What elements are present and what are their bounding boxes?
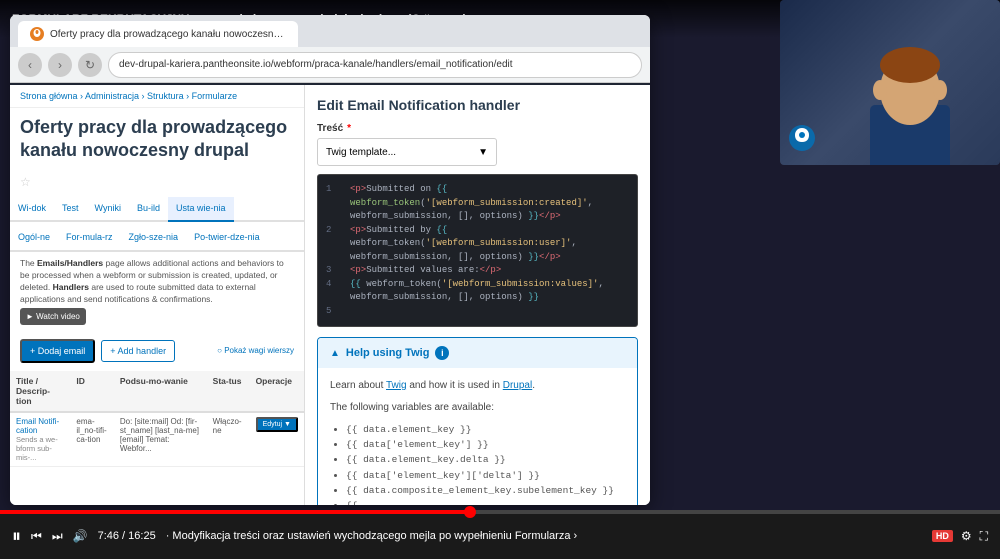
- help-section: ▲ Help using Twig i Learn about Twig and…: [317, 337, 638, 505]
- list-item: {{ data['element_key']['delta'] }}: [346, 468, 625, 483]
- webcam-video: [780, 0, 1000, 165]
- list-item: {{ data.element_key.delta }}: [346, 452, 625, 467]
- browser-tabs-bar: Oferty pracy dla prowadzącego kanału now…: [10, 15, 650, 47]
- col-title: Title / Descrip-tion: [10, 371, 70, 412]
- action-buttons-row: + Dodaj email + Add handler ○ Pokaż wagi…: [10, 331, 304, 371]
- pokaz-wagi-button[interactable]: ○ Pokaż wagi wierszy: [217, 346, 294, 355]
- handlers-table: Title / Descrip-tion ID Podsu-mo-wanie S…: [10, 371, 304, 467]
- webcam-overlay: [780, 0, 1000, 165]
- skip-back-button[interactable]: ⏮: [31, 529, 42, 544]
- settings-button[interactable]: ⚙: [961, 529, 972, 543]
- nav-tabs-primary: Wi-dok Test Wyniki Bu-ild Usta wie-nia: [10, 197, 304, 223]
- drupal-favicon: [30, 27, 44, 41]
- fullscreen-button[interactable]: ⛶: [980, 529, 988, 544]
- twig-template-select[interactable]: Twig template... ▼: [317, 138, 497, 166]
- tab-zgloszenia[interactable]: Zgło-sze-nia: [121, 226, 187, 252]
- edit-button[interactable]: Edytuj ▼: [256, 417, 298, 432]
- row-id: ema-il_no-tifi-ca-tion: [70, 412, 113, 467]
- video-subtitle: · Modyfikacja treści oraz ustawień wycho…: [166, 530, 922, 542]
- next-video-button[interactable]: ⏭: [52, 529, 63, 544]
- code-line-2: 2 <p>Submitted by {{ webform_token('[web…: [326, 224, 629, 265]
- row-status: Włączo-ne: [207, 412, 250, 467]
- drupal-link[interactable]: Drupal: [503, 380, 532, 391]
- content-field-label: Treść *: [317, 123, 638, 134]
- code-editor[interactable]: 1 <p>Submitted on {{ webform_token('[web…: [317, 174, 638, 327]
- breadcrumb: Strona główna › Administracja › Struktur…: [10, 85, 304, 108]
- tab-title: Oferty pracy dla prowadzącego kanału now…: [50, 29, 286, 40]
- add-handler-button[interactable]: + Add handler: [101, 340, 175, 362]
- reload-button[interactable]: ↻: [78, 53, 102, 77]
- required-indicator: *: [347, 123, 351, 134]
- controls-row: ⏸ ⏮ ⏭ 🔊 7:46 / 16:25 · Modyfikacja treśc…: [0, 514, 1000, 558]
- tab-ogolne[interactable]: Ogól-ne: [10, 226, 58, 252]
- progress-played: [0, 510, 470, 514]
- page-title: Oferty pracy dla prowadzącego kanału now…: [10, 108, 304, 171]
- list-item: {{ data.element_key }}: [346, 422, 625, 437]
- col-summary: Podsu-mo-wanie: [114, 371, 207, 412]
- tab-widok[interactable]: Wi-dok: [10, 197, 54, 223]
- row-title-link[interactable]: Email Notifi-cation: [16, 417, 59, 435]
- watch-video-button[interactable]: ► Watch video: [20, 308, 86, 325]
- table-row: Email Notifi-cation Sends a we-bform sub…: [10, 412, 304, 467]
- chevron-down-icon: ▼: [284, 421, 291, 428]
- forward-button[interactable]: ›: [48, 53, 72, 77]
- star-rating[interactable]: ☆: [10, 171, 304, 193]
- tab-test[interactable]: Test: [54, 197, 87, 223]
- row-summary: Do: [site:mail] Od: [fir-st_name] [last_…: [114, 412, 207, 467]
- help-toggle[interactable]: ▲ Help using Twig i: [318, 338, 637, 368]
- browser-toolbar: ‹ › ↻ dev-drupal-kariera.pantheonsite.io…: [10, 47, 650, 83]
- row-actions: Edytuj ▼: [250, 412, 304, 467]
- tab-potwierdzenia[interactable]: Po-twier-dze-nia: [186, 226, 268, 252]
- person-silhouette: [840, 25, 980, 165]
- list-item: {{ data['element_key'] }}: [346, 437, 625, 452]
- list-item: {{ data.composite_element_key.delta.sube…: [346, 498, 625, 505]
- list-item: {{ data.composite_element_key.subelement…: [346, 483, 625, 498]
- help-info-icon[interactable]: i: [435, 346, 449, 360]
- nav-tabs-secondary: Ogól-ne For-mula-rz Zgło-sze-nia Po-twie…: [10, 226, 304, 252]
- row-title: Email Notifi-cation Sends a we-bform sub…: [10, 412, 70, 467]
- browser-tab[interactable]: Oferty pracy dla prowadzącego kanału now…: [18, 21, 298, 47]
- help-title: Help using Twig: [346, 347, 430, 359]
- left-panel: Strona główna › Administracja › Struktur…: [10, 85, 305, 505]
- tab-wyniki[interactable]: Wyniki: [87, 197, 129, 223]
- col-id: ID: [70, 371, 113, 412]
- quality-badge: HD: [932, 530, 953, 542]
- help-body: Learn about Twig and how it is used in D…: [318, 368, 637, 505]
- variables-list: {{ data.element_key }} {{ data['element_…: [346, 422, 625, 505]
- code-line-3: 3 <p>Submitted values are:</p>: [326, 264, 629, 278]
- back-button[interactable]: ‹: [18, 53, 42, 77]
- code-line-4: 4 {{ webform_token('[webform_submission:…: [326, 278, 629, 305]
- tab-build[interactable]: Bu-ild: [129, 197, 168, 223]
- code-line-5: 5: [326, 305, 629, 319]
- right-controls: HD ⚙ ⛶: [932, 529, 988, 544]
- twig-link[interactable]: Twig: [386, 380, 407, 391]
- variables-label: The following variables are available:: [330, 400, 625, 416]
- time-display: 7:46 / 16:25: [98, 530, 156, 542]
- browser-window: Oferty pracy dla prowadzącego kanału now…: [10, 15, 650, 505]
- description-text: The Emails/Handlers page allows addition…: [10, 252, 304, 331]
- progress-dot: [464, 506, 476, 518]
- right-panel: Edit Email Notification handler Treść * …: [305, 85, 650, 505]
- code-line-1: 1 <p>Submitted on {{ webform_token('[web…: [326, 183, 629, 224]
- edit-handler-title: Edit Email Notification handler: [317, 97, 638, 113]
- chevron-down-icon: ▼: [478, 147, 488, 158]
- main-content: Strona główna › Administracja › Struktur…: [10, 117, 650, 505]
- drupal-watermark: [788, 124, 816, 157]
- add-email-button[interactable]: + Dodaj email: [20, 339, 95, 363]
- progress-bar[interactable]: [0, 510, 1000, 514]
- video-controls: ⏸ ⏮ ⏭ 🔊 7:46 / 16:25 · Modyfikacja treśc…: [0, 510, 1000, 559]
- tab-ustawienia[interactable]: Usta wie-nia: [168, 197, 234, 223]
- help-chevron-icon: ▲: [330, 348, 340, 359]
- col-status: Sta-tus: [207, 371, 250, 412]
- address-bar[interactable]: dev-drupal-kariera.pantheonsite.io/webfo…: [108, 52, 642, 78]
- col-operacje: Operacje: [250, 371, 304, 412]
- pause-button[interactable]: ⏸: [12, 526, 21, 547]
- url-text: dev-drupal-kariera.pantheonsite.io/webfo…: [119, 59, 513, 70]
- volume-button[interactable]: 🔊: [73, 529, 88, 543]
- tab-formularz[interactable]: For-mula-rz: [58, 226, 121, 252]
- help-learn-text: Learn about Twig and how it is used in D…: [330, 378, 625, 394]
